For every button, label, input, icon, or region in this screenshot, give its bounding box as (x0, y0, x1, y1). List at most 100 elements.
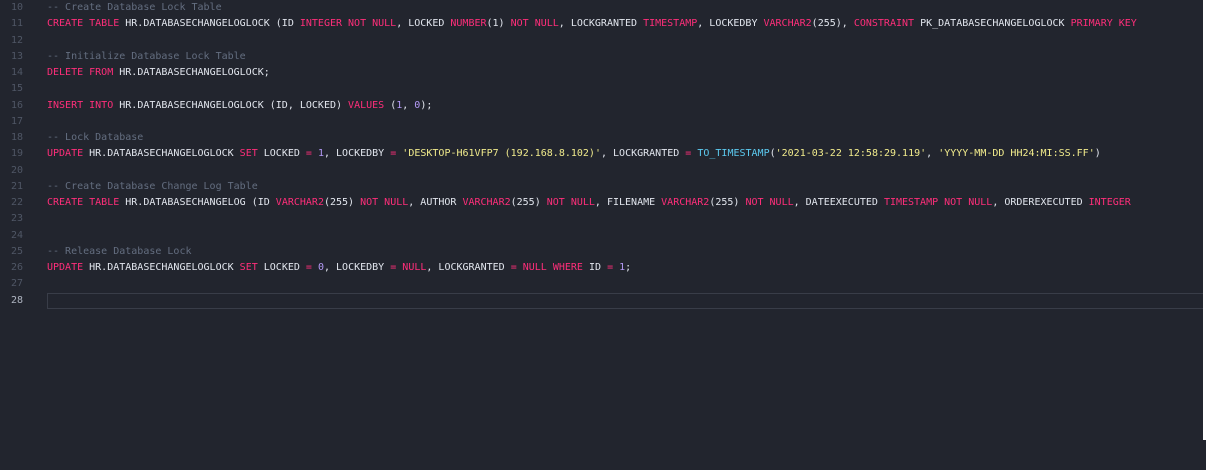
code-line[interactable] (47, 81, 1203, 97)
code-token: , LOCKEDBY (697, 18, 764, 30)
code-line[interactable]: UPDATE HR.DATABASECHANGELOGLOCK SET LOCK… (47, 260, 1203, 276)
line-number: 13 (11, 50, 24, 62)
code-token: -- Release Database Lock (47, 245, 192, 257)
code-token: TO_TIMESTAMP (697, 148, 770, 160)
code-area[interactable]: -- Create Database Lock Table CREATE TABL… (47, 0, 1203, 309)
code-token: VARCHAR2 (275, 197, 324, 208)
code-token: VARCHAR2 (661, 197, 710, 208)
code-token: HR.DATABASECHANGELOG (ID (119, 197, 276, 208)
code-token: ) (1094, 148, 1101, 160)
line-number: 14 (11, 67, 24, 78)
code-token: NUMBER (450, 18, 487, 30)
code-token: INSERT INTO (47, 99, 114, 111)
code-token: -- Initialize Database Lock Table (47, 50, 246, 62)
code-token: (255) (709, 197, 746, 208)
line-number: 16 (11, 99, 24, 111)
code-line[interactable] (47, 211, 1203, 227)
code-token: HR.DATABASECHANGELOGLOCK (ID (119, 18, 300, 30)
code-line[interactable] (47, 276, 1203, 292)
code-token: , FILENAME (594, 197, 662, 208)
code-token: ID (582, 262, 608, 273)
line-number: 26 (11, 262, 24, 273)
code-token: NULL WHERE (522, 262, 583, 273)
code-token: NOT NULL (510, 18, 559, 30)
code-token: , DATEEXECUTED (793, 197, 884, 208)
line-number: 27 (11, 278, 24, 290)
line-number: 18 (11, 132, 24, 143)
code-line[interactable]: CREATE TABLE HR.DATABASECHANGELOGLOCK (I… (47, 16, 1203, 32)
code-token: HR.DATABASECHANGELOGLOCK (83, 262, 240, 273)
code-token: , LOCKED (396, 18, 451, 30)
line-number: 10 (11, 2, 24, 13)
code-token: INTEGER NOT NULL (299, 18, 397, 30)
code-token: (1) (486, 18, 511, 30)
line-number: 22 (11, 197, 24, 208)
code-token: , AUTHOR (408, 197, 463, 208)
code-token: SET (239, 262, 258, 273)
code-token: INTEGER (1088, 197, 1131, 208)
code-token: , (402, 99, 415, 111)
code-token: PRIMARY KEY (1070, 18, 1137, 30)
code-token: -- Lock Database (47, 132, 144, 143)
code-token: CONSTRAINT (853, 18, 915, 30)
code-token: UPDATE (47, 148, 84, 160)
code-line[interactable]: -- Initialize Database Lock Table (47, 49, 1203, 65)
code-token: , (926, 148, 939, 160)
code-token: -- Create Database Lock Table (47, 2, 222, 13)
code-token: DELETE FROM (47, 67, 114, 78)
code-token: 'YYYY-MM-DD HH24:MI:SS.FF' (938, 148, 1095, 160)
code-line[interactable] (47, 163, 1203, 179)
code-line[interactable]: -- Create Database Change Log Table (47, 179, 1203, 195)
code-line[interactable] (47, 114, 1203, 130)
code-token: , LOCKGRANTED (426, 262, 511, 273)
code-token: PK_DATABASECHANGELOGLOCK (914, 18, 1071, 30)
code-token: '2021-03-22 12:58:29.119' (775, 148, 927, 160)
code-token: 'DESKTOP-H61VFP7 (192.168.8.102)' (402, 148, 601, 160)
code-token: , ORDEREXECUTED (992, 197, 1089, 208)
line-number: 20 (11, 164, 24, 176)
line-number: 15 (11, 83, 24, 95)
code-line[interactable]: CREATE TABLE HR.DATABASECHANGELOG (ID VA… (47, 195, 1203, 211)
code-token: , LOCKGRANTED (600, 148, 686, 160)
code-token: , LOCKEDBY (324, 262, 391, 273)
code-token: VALUES (348, 99, 385, 111)
line-number: 25 (11, 245, 24, 257)
line-number: 28 (11, 294, 24, 306)
code-token: ); (420, 99, 433, 111)
code-token: NOT NULL (360, 197, 409, 208)
code-token: , LOCKEDBY (324, 148, 391, 160)
code-line[interactable]: -- Release Database Lock (47, 244, 1203, 260)
code-token: (255), (811, 18, 854, 30)
line-number: 12 (11, 34, 24, 46)
code-token: NOT NULL (546, 197, 595, 208)
code-token: -- Create Database Change Log Table (47, 180, 258, 192)
code-line[interactable] (47, 33, 1203, 49)
code-token: TIMESTAMP NOT NULL (883, 197, 993, 208)
code-token: SET (239, 148, 258, 160)
line-number: 19 (11, 148, 24, 160)
code-line[interactable] (47, 228, 1203, 244)
line-number: 23 (11, 213, 24, 225)
code-token: ( (384, 99, 397, 111)
code-line[interactable]: -- Lock Database (47, 130, 1203, 146)
code-token: NULL (402, 262, 427, 273)
code-token: HR.DATABASECHANGELOGLOCK (83, 148, 240, 160)
code-line[interactable]: UPDATE HR.DATABASECHANGELOGLOCK SET LOCK… (47, 146, 1203, 162)
line-number: 17 (11, 115, 24, 127)
code-line[interactable]: INSERT INTO HR.DATABASECHANGELOGLOCK (ID… (47, 98, 1203, 114)
code-token: LOCKED (257, 148, 306, 160)
current-code-line[interactable] (47, 292, 1203, 309)
sql-editor[interactable]: 10 11 12 13 14 15 16 17 18 19 20 21 22 23 24 25 26 27 28 -… (0, 0, 1206, 470)
line-number: 11 (11, 18, 24, 30)
code-token: CREATE TABLE (47, 18, 120, 30)
code-token: UPDATE (47, 262, 84, 273)
code-line[interactable]: -- Create Database Lock Table (47, 0, 1203, 16)
line-number: 21 (11, 180, 24, 192)
code-token: VARCHAR2 (763, 18, 812, 30)
code-token: (255) (323, 197, 361, 208)
code-line[interactable]: DELETE FROM HR.DATABASECHANGELOGLOCK; (47, 65, 1203, 81)
code-token: , LOCKGRANTED (558, 18, 644, 30)
code-token: NOT NULL (745, 197, 794, 208)
code-token: VARCHAR2 (462, 197, 511, 208)
code-token: HR.DATABASECHANGELOGLOCK; (113, 67, 270, 78)
